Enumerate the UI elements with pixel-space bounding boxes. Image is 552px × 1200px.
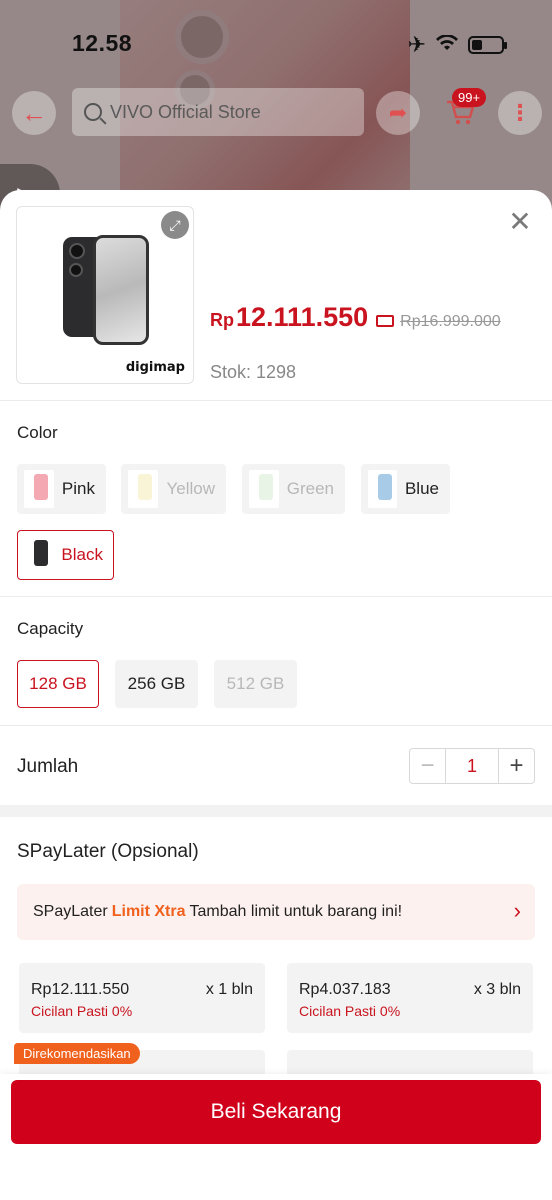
wifi-icon	[436, 33, 458, 57]
color-option-yellow[interactable]: Yellow	[121, 464, 226, 514]
plan-amount: Rp12.111.550	[31, 981, 130, 998]
quantity-input[interactable]: 1	[446, 749, 498, 783]
status-bar: 12.58 ✈	[0, 0, 552, 90]
plan-term: x 3 bln	[473, 981, 521, 998]
divider	[0, 400, 552, 401]
divider	[0, 596, 552, 597]
minus-icon: −	[420, 752, 435, 779]
color-swatch-image	[368, 470, 397, 508]
share-button[interactable]: ➦	[376, 91, 420, 135]
color-option-pink[interactable]: Pink	[17, 464, 106, 514]
installment-plan-3-month[interactable]: Rp4.037.183 x 3 bln Cicilan Pasti 0%	[287, 963, 533, 1033]
product-thumbnail[interactable]: digimap ⤢	[16, 206, 194, 384]
stock-count: Stok: 1298	[210, 362, 297, 382]
increase-quantity-button[interactable]: +	[498, 749, 534, 783]
color-swatch-image	[24, 470, 54, 508]
capacity-option-256gb[interactable]: 256 GB	[115, 660, 198, 708]
brand-logo: digimap	[125, 360, 185, 375]
quantity-stepper: − 1 +	[409, 748, 535, 784]
product-topbar: ← VIVO Official Store ➦ 99+ ⋮	[0, 88, 552, 138]
status-time: 12.58	[72, 30, 133, 56]
variant-selection-sheet: digimap ⤢ ✕ Rp 12.111.550 Rp16.999.000 S…	[0, 190, 552, 1200]
back-button[interactable]: ←	[12, 91, 56, 135]
search-icon	[84, 103, 102, 121]
camera-lens	[69, 263, 83, 277]
quantity-label: Jumlah	[17, 756, 79, 777]
color-label: Color	[17, 423, 58, 442]
capacity-option-128gb[interactable]: 128 GB	[17, 660, 99, 708]
color-option-black[interactable]: Black	[17, 530, 114, 580]
buy-now-button[interactable]: Beli Sekarang	[11, 1080, 541, 1144]
divider	[0, 725, 552, 726]
capacity-option-512gb[interactable]: 512 GB	[214, 660, 297, 708]
search-placeholder: VIVO Official Store	[110, 101, 261, 122]
color-swatch-image	[128, 470, 159, 508]
bottom-action-bar: Beli Sekarang	[0, 1074, 552, 1200]
chevron-right-icon: ›	[513, 898, 521, 923]
current-price: 12.111.550	[236, 302, 369, 332]
capacity-label: Capacity	[17, 619, 84, 638]
status-icons: ✈	[407, 32, 507, 58]
camera-lens	[69, 243, 85, 259]
more-vertical-icon: ⋮	[509, 100, 531, 125]
battery-icon	[468, 36, 507, 54]
expand-icon: ⤢	[169, 216, 181, 233]
expand-image-button[interactable]: ⤢	[161, 211, 189, 239]
spaylater-limit-banner[interactable]: SPayLater Limit Xtra Tambah limit untuk …	[17, 884, 535, 940]
limit-xtra-label: Limit Xtra	[111, 903, 186, 920]
voucher-icon	[376, 315, 395, 327]
cart-count-badge: 99+	[452, 88, 487, 107]
color-option-blue[interactable]: Blue	[361, 464, 450, 514]
color-swatch-image	[249, 470, 279, 508]
more-options-button[interactable]: ⋮	[498, 91, 542, 135]
spaylater-brand: SPayLater	[33, 903, 108, 920]
plan-term: x 1 bln	[205, 981, 253, 998]
price-currency: Rp	[210, 310, 234, 330]
back-arrow-icon: ←	[21, 97, 47, 128]
plan-note: Cicilan Pasti 0%	[299, 1003, 401, 1019]
color-option-green[interactable]: Green	[242, 464, 345, 514]
share-icon: ➦	[388, 100, 408, 125]
color-option-label: Green	[286, 479, 334, 498]
search-input[interactable]: VIVO Official Store	[72, 88, 364, 136]
installment-plan-1-month[interactable]: Rp12.111.550 x 1 bln Cicilan Pasti 0%	[19, 963, 265, 1033]
plan-note: Cicilan Pasti 0%	[31, 1003, 133, 1019]
banner-text: Tambah limit untuk barang ini!	[189, 903, 403, 920]
decrease-quantity-button[interactable]: −	[410, 749, 446, 783]
price-row: Rp 12.111.550 Rp16.999.000	[210, 302, 501, 333]
plus-icon: +	[509, 752, 524, 779]
airplane-mode-icon: ✈	[407, 32, 426, 57]
close-icon: ✕	[508, 206, 532, 237]
original-price: Rp16.999.000	[400, 313, 501, 330]
close-button[interactable]: ✕	[506, 208, 534, 236]
color-swatch-image	[24, 536, 54, 574]
recommended-badge: Direkomendasikan	[14, 1043, 140, 1064]
color-option-label: Yellow	[166, 479, 215, 498]
section-separator	[0, 805, 552, 817]
spaylater-title: SPayLater (Opsional)	[17, 841, 199, 862]
plan-amount: Rp4.037.183	[299, 981, 391, 998]
color-option-label: Pink	[61, 479, 95, 498]
color-option-label: Blue	[404, 479, 439, 498]
phone-front-image	[93, 235, 149, 345]
color-option-label: Black	[61, 545, 103, 564]
